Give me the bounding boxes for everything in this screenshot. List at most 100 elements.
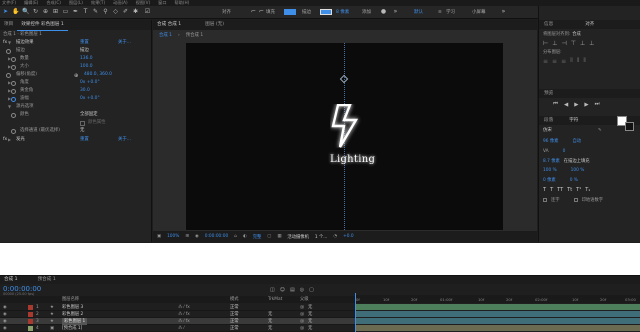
checkbox[interactable] xyxy=(80,121,85,126)
param-value[interactable]: 30.0 xyxy=(80,87,90,95)
visibility-eye-icon[interactable]: ◉ xyxy=(3,304,7,311)
magnification-icon[interactable]: ▣ xyxy=(157,234,161,239)
rotate-tool-icon[interactable]: ↻ xyxy=(32,8,39,16)
stroke-width-value[interactable]: 8 像素 xyxy=(336,9,349,16)
safe-zone-icon[interactable]: ⊞ xyxy=(185,234,189,239)
stopwatch-icon[interactable] xyxy=(11,81,16,86)
effect-reset-button[interactable]: 重置 xyxy=(80,39,89,47)
hand-tool-icon[interactable]: ✋ xyxy=(12,8,19,16)
workspace-learn[interactable]: 学习 xyxy=(446,9,455,16)
small-caps-icon[interactable]: Tt xyxy=(567,187,572,193)
stroke-mode-dropdown[interactable]: 在描边上填充 xyxy=(564,158,590,164)
current-time[interactable]: 0:00:00:00 xyxy=(205,234,228,239)
param-dropdown[interactable]: 全部固定 xyxy=(80,111,98,119)
distribute-left-icon[interactable]: ⦀ xyxy=(570,57,573,65)
tab-composition[interactable]: 合成 合成 1 xyxy=(153,20,185,30)
stroke-label[interactable]: 描边 xyxy=(302,9,311,16)
vertical-scale-value[interactable]: 100 % xyxy=(543,168,557,173)
hindi-digits-checkbox[interactable] xyxy=(573,198,578,202)
selection-tool-icon[interactable]: ➤ xyxy=(2,8,9,16)
subscript-icon[interactable]: T₁ xyxy=(585,187,590,193)
align-bottom-icon[interactable]: ⊥ xyxy=(589,40,594,47)
subgroup-header[interactable]: ▼ 源光选项 xyxy=(0,103,151,111)
shy-icon[interactable]: ☺ xyxy=(280,287,285,293)
stroke-color-swatch[interactable] xyxy=(320,9,332,15)
reset-exposure-icon[interactable]: ◔ xyxy=(333,234,337,239)
align-hcenter-icon[interactable]: ⊥ xyxy=(552,40,557,47)
next-frame-icon[interactable]: ▶ xyxy=(584,102,588,108)
parent-pickwhip-icon[interactable]: @ xyxy=(300,325,304,332)
parent-pickwhip-icon[interactable]: @ xyxy=(300,304,304,311)
layer-name[interactable]: [预合成 1] xyxy=(62,325,82,332)
expand-arrow-icon[interactable]: ▶ xyxy=(8,136,11,144)
snap-checkbox-icon[interactable]: ☑ xyxy=(144,8,151,16)
layer-name[interactable]: 彩色图层 1 xyxy=(62,318,88,325)
transparency-grid-icon[interactable]: ▦ xyxy=(277,234,281,239)
zoom-tool-icon[interactable]: 🔍 xyxy=(22,8,29,16)
faux-italic-icon[interactable]: T xyxy=(550,187,553,193)
parent-pickwhip-icon[interactable]: @ xyxy=(300,318,304,325)
workspace-small-screen[interactable]: 小屏幕 xyxy=(472,9,486,16)
layer-trkmat[interactable]: 无 xyxy=(268,318,272,325)
breadcrumb-comp[interactable]: 合成 1 xyxy=(159,32,172,38)
distribute-vcenter-icon[interactable]: ≡ xyxy=(552,58,557,65)
layer-duration-bar[interactable] xyxy=(356,311,640,317)
roi-icon[interactable]: ▢ xyxy=(267,234,271,239)
layer-parent-dropdown[interactable]: 无 xyxy=(308,325,312,332)
stopwatch-icon[interactable] xyxy=(6,49,11,54)
stroke-color-swatch[interactable] xyxy=(625,122,634,131)
views-dropdown[interactable]: 1 个... xyxy=(315,234,328,240)
tab-comp-1[interactable]: 合成 1 xyxy=(0,275,22,285)
tab-layer[interactable]: 图层 (无) xyxy=(201,20,228,30)
layer-duration-bar[interactable] xyxy=(356,304,640,310)
param-value[interactable]: 0x +0.0° xyxy=(80,79,100,87)
brush-tool-icon[interactable]: ✎ xyxy=(92,8,99,16)
layer-parent-dropdown[interactable]: 无 xyxy=(308,311,312,318)
layer-row[interactable]: ◉ 2 ★ 彩色图层 2 ⁂ ⁄ fx 正常 无 @ 无 xyxy=(0,311,355,318)
param-value[interactable]: 100.0 xyxy=(80,63,93,71)
layer-mode-dropdown[interactable]: 正常 xyxy=(230,304,239,311)
workspace-menu-icon2[interactable]: ≡ xyxy=(438,9,442,16)
leading-value[interactable]: 自动 xyxy=(572,138,581,144)
fill-label[interactable]: 填充 xyxy=(266,9,275,16)
anchor-point-handle[interactable] xyxy=(339,74,349,84)
font-size-value[interactable]: 96 像素 xyxy=(543,138,558,144)
fill-color-swatch[interactable] xyxy=(284,9,296,15)
resolution-dropdown[interactable]: 完整 xyxy=(253,234,262,240)
layer-switches-icon[interactable]: ⁂ ⁄ fx xyxy=(178,318,190,325)
composition-canvas[interactable]: Lighting xyxy=(186,43,503,230)
layer-name[interactable]: 彩色图层 2 xyxy=(62,311,83,318)
stopwatch-icon[interactable] xyxy=(11,65,16,70)
rectangle-tool-icon[interactable]: ▭ xyxy=(62,8,69,16)
all-caps-icon[interactable]: TT xyxy=(557,187,563,193)
font-family-dropdown[interactable]: 仿宋 xyxy=(543,127,595,133)
horizontal-scale-value[interactable]: 100 % xyxy=(571,168,585,173)
graph-editor-icon[interactable]: ▢ xyxy=(309,287,314,293)
snap-option2-icon[interactable]: ⌐ xyxy=(258,8,265,16)
breadcrumb-precomp[interactable]: 预合成 1 xyxy=(186,32,203,38)
effect-header-stroke[interactable]: ▼ fx 描边效果 重置 关于... xyxy=(0,39,151,47)
stopwatch-icon[interactable] xyxy=(11,89,16,94)
effect-header-glow[interactable]: ▶ fx 发光 重置 关于... xyxy=(0,136,151,144)
label-color-icon[interactable] xyxy=(28,326,33,331)
layer-duration-bar[interactable] xyxy=(356,325,640,331)
align-left-icon[interactable]: ⊢ xyxy=(543,40,548,47)
layer-trkmat[interactable]: 无 xyxy=(268,311,272,318)
stopwatch-icon[interactable] xyxy=(11,129,16,134)
layer-mode-dropdown[interactable]: 正常 xyxy=(230,318,239,325)
param-value[interactable]: 480.0, 360.0 xyxy=(84,71,112,79)
type-tool-icon[interactable]: T xyxy=(82,8,89,16)
layer-mode-dropdown[interactable]: 正常 xyxy=(230,325,239,332)
layer-parent-dropdown[interactable]: 无 xyxy=(308,318,312,325)
effect-about-button[interactable]: 关于... xyxy=(118,136,131,144)
stopwatch-icon[interactable] xyxy=(11,113,16,118)
align-vcenter-icon[interactable]: ⊥ xyxy=(580,40,585,47)
frame-blend-icon[interactable]: ▤ xyxy=(290,287,295,293)
layer-row[interactable]: ◉ 3 ★ 彩色图层 1 ⁂ ⁄ fx 正常 无 @ 无 xyxy=(0,318,355,325)
layer-trkmat[interactable]: 无 xyxy=(268,325,272,332)
add-menu-icon[interactable]: ● xyxy=(380,8,387,16)
motion-blur-icon[interactable]: ◎ xyxy=(300,287,304,293)
layer-row[interactable]: ◉ 1 ★ 彩色图层 3 ⁂ ⁄ fx 正常 @ 无 xyxy=(0,304,355,311)
effect-about-button[interactable]: 关于... xyxy=(118,39,131,47)
stopwatch-icon[interactable] xyxy=(6,73,11,78)
